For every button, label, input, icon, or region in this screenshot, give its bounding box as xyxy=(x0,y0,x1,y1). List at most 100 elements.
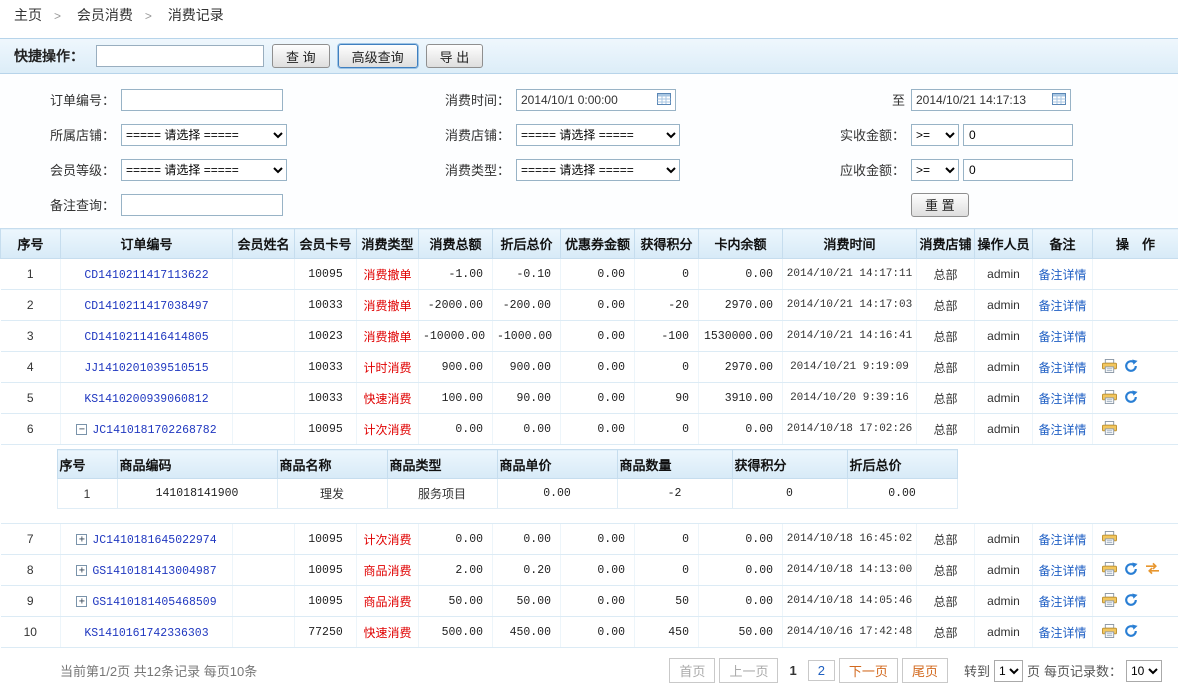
order-number-link[interactable]: CD1410211417038497 xyxy=(84,300,208,313)
sub-header-unit-price: 商品单价 xyxy=(497,450,617,479)
consume-total-cell: -1.00 xyxy=(419,259,493,290)
note-detail-link[interactable]: 备注详情 xyxy=(1038,268,1086,282)
print-icon[interactable] xyxy=(1102,593,1117,610)
order-cell: KS1410200939060812 xyxy=(61,383,233,414)
advanced-query-button[interactable]: 高级查询 xyxy=(338,44,418,68)
next-page-button[interactable]: 下一页 xyxy=(839,658,898,683)
sub-item-quantity: -2 xyxy=(617,479,732,509)
last-page-button[interactable]: 尾页 xyxy=(902,658,948,683)
order-number-link[interactable]: GS1410181413004987 xyxy=(92,565,216,578)
table-row: 1 CD1410211417113622 10095 消费撤单 -1.00 -0… xyxy=(1,259,1178,290)
prev-page-button[interactable]: 上一页 xyxy=(719,658,778,683)
row-seq: 2 xyxy=(1,290,61,321)
undo-icon[interactable] xyxy=(1124,390,1138,407)
consume-shop-cell: 总部 xyxy=(917,524,975,555)
note-query-input[interactable] xyxy=(121,194,283,216)
consume-time-from-field[interactable]: 2014/10/1 0:00:00 xyxy=(516,89,676,111)
consume-type-select[interactable]: ===== 请选择 ===== xyxy=(516,159,680,181)
row-seq: 1 xyxy=(1,259,61,290)
note-detail-link[interactable]: 备注详情 xyxy=(1038,626,1086,640)
quick-search-input[interactable] xyxy=(96,45,264,67)
breadcrumb-consume-records[interactable]: 消费记录 xyxy=(168,7,224,23)
coupon-amount-cell: 0.00 xyxy=(561,352,635,383)
consume-type-label: 消费类型： xyxy=(290,160,510,179)
undo-icon[interactable] xyxy=(1124,624,1138,641)
per-page-select[interactable]: 10 xyxy=(1126,660,1162,682)
undo-icon[interactable] xyxy=(1124,593,1138,610)
print-icon[interactable] xyxy=(1102,531,1117,548)
note-detail-link[interactable]: 备注详情 xyxy=(1038,533,1086,547)
order-number-link[interactable]: JJ1410201039510515 xyxy=(84,362,208,375)
print-icon[interactable] xyxy=(1102,562,1117,579)
sub-item-discounted-total: 0.00 xyxy=(847,479,957,509)
own-shop-select[interactable]: ===== 请选择 ===== xyxy=(121,124,287,146)
query-button[interactable]: 查 询 xyxy=(272,44,330,68)
note-detail-link[interactable]: 备注详情 xyxy=(1038,361,1086,375)
operator-cell: admin xyxy=(975,555,1033,586)
note-detail-link[interactable]: 备注详情 xyxy=(1038,392,1086,406)
sub-header-discounted-total: 折后总价 xyxy=(847,450,957,479)
print-icon[interactable] xyxy=(1102,359,1117,376)
breadcrumb-member-consume[interactable]: 会员消费 xyxy=(77,7,133,23)
breadcrumb-home[interactable]: 主页 xyxy=(14,7,42,23)
member-level-select[interactable]: ===== 请选择 ===== xyxy=(121,159,287,181)
filter-row-4: 备注查询： 重 置 xyxy=(0,187,1178,222)
consume-time-to-field[interactable]: 2014/10/21 14:17:13 xyxy=(911,89,1071,111)
consume-shop-cell: 总部 xyxy=(917,259,975,290)
order-number-link[interactable]: CD1410211416414805 xyxy=(84,331,208,344)
receivable-amount-input[interactable] xyxy=(963,159,1073,181)
consume-shop-cell: 总部 xyxy=(917,352,975,383)
calendar-icon[interactable] xyxy=(657,92,671,108)
ops-cell xyxy=(1093,617,1178,648)
note-detail-link[interactable]: 备注详情 xyxy=(1038,423,1086,437)
first-page-button[interactable]: 首页 xyxy=(669,658,715,683)
note-detail-link[interactable]: 备注详情 xyxy=(1038,595,1086,609)
calendar-icon[interactable] xyxy=(1052,92,1066,108)
received-amount-input[interactable] xyxy=(963,124,1073,146)
expand-icon[interactable]: + xyxy=(76,596,87,607)
filter-panel: 订单编号： 消费时间： 2014/10/1 0:00:00 至 2014/10/… xyxy=(0,74,1178,224)
coupon-amount-cell: 0.00 xyxy=(561,259,635,290)
page-2-button[interactable]: 2 xyxy=(808,660,835,681)
order-number-link[interactable]: KS1410161742336303 xyxy=(84,627,208,640)
ops-cell xyxy=(1093,290,1178,321)
member-card-cell: 10095 xyxy=(295,555,357,586)
member-card-cell: 10095 xyxy=(295,524,357,555)
print-icon[interactable] xyxy=(1102,421,1117,438)
consume-shop-cell: 总部 xyxy=(917,290,975,321)
note-detail-link[interactable]: 备注详情 xyxy=(1038,330,1086,344)
order-number-link[interactable]: JC1410181702268782 xyxy=(92,424,216,437)
consume-shop-cell: 总部 xyxy=(917,617,975,648)
print-icon[interactable] xyxy=(1102,390,1117,407)
note-detail-link[interactable]: 备注详情 xyxy=(1038,564,1086,578)
order-number-link[interactable]: CD1410211417113622 xyxy=(84,269,208,282)
undo-icon[interactable] xyxy=(1124,562,1138,579)
order-number-link[interactable]: KS1410200939060812 xyxy=(84,393,208,406)
row-seq: 8 xyxy=(1,555,61,586)
consume-shop-cell: 总部 xyxy=(917,586,975,617)
return-icon[interactable] xyxy=(1145,562,1160,578)
order-number-link[interactable]: JC1410181645022974 xyxy=(92,534,216,547)
note-detail-link[interactable]: 备注详情 xyxy=(1038,299,1086,313)
print-icon[interactable] xyxy=(1102,624,1117,641)
consume-time-cell: 2014/10/20 9:39:16 xyxy=(783,383,917,414)
row-seq: 3 xyxy=(1,321,61,352)
order-no-input[interactable] xyxy=(121,89,283,111)
member-card-cell: 10095 xyxy=(295,414,357,445)
reset-button[interactable]: 重 置 xyxy=(911,193,969,217)
discounted-total-cell: -1000.00 xyxy=(493,321,561,352)
consume-type-cell: 快速消费 xyxy=(357,617,419,648)
export-button[interactable]: 导 出 xyxy=(426,44,484,68)
member-card-cell: 10033 xyxy=(295,383,357,414)
received-op-select[interactable]: >= xyxy=(911,124,959,146)
header-coupon-amount: 优惠券金额 xyxy=(561,229,635,259)
receivable-op-select[interactable]: >= xyxy=(911,159,959,181)
undo-icon[interactable] xyxy=(1124,359,1138,376)
collapse-icon[interactable]: − xyxy=(76,424,87,435)
expand-icon[interactable]: + xyxy=(76,565,87,576)
order-number-link[interactable]: GS1410181405468509 xyxy=(92,596,216,609)
expand-icon[interactable]: + xyxy=(76,534,87,545)
consume-shop-select[interactable]: ===== 请选择 ===== xyxy=(516,124,680,146)
goto-page-select[interactable]: 1 xyxy=(994,660,1023,682)
note-cell: 备注详情 xyxy=(1033,290,1093,321)
